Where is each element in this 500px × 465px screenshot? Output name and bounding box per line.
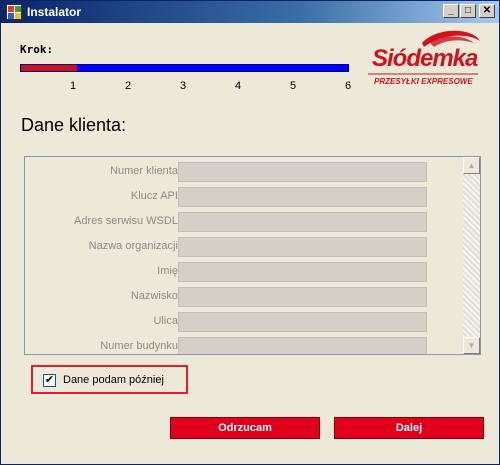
street-input[interactable]: [178, 312, 427, 332]
close-button[interactable]: ✕: [479, 4, 495, 18]
form-row-last-name: Nazwisko:: [25, 287, 465, 307]
form-row-client-number: Numer klienta:: [25, 162, 465, 182]
installer-window: Instalator _ □ ✕ Krok: 1 2 3 4 5 6 Sióde…: [0, 0, 500, 465]
api-key-label: Klucz API:: [130, 190, 181, 202]
form-row-street: Ulica:: [25, 312, 465, 332]
logo-brand-text: Siódemka: [372, 45, 478, 72]
form-row-api-key: Klucz API:: [25, 187, 465, 207]
title-bar[interactable]: Instalator _ □ ✕: [1, 1, 499, 23]
siodemka-logo: Siódemka PRZESYŁKI EXPRESOWE: [364, 29, 482, 91]
minimize-button[interactable]: _: [443, 4, 459, 18]
step-number: 2: [124, 80, 132, 92]
section-title: Dane klienta:: [21, 115, 127, 135]
step-number: 3: [179, 80, 187, 92]
first-name-input[interactable]: [178, 262, 427, 282]
maximize-button[interactable]: □: [460, 4, 476, 18]
client-form-panel[interactable]: Numer klienta: Klucz API: Adres serwisu …: [24, 156, 481, 355]
form-row-organization: Nazwa organizacji:: [25, 237, 465, 257]
step-label: Krok:: [20, 43, 54, 56]
building-number-label: Numer budynku:: [100, 340, 181, 352]
building-number-input[interactable]: [178, 337, 427, 354]
scroll-up-arrow-icon[interactable]: ▲: [463, 157, 480, 174]
step-progress-bar: [20, 64, 349, 72]
wsdl-address-label: Adres serwisu WSDL:: [74, 215, 181, 227]
wsdl-address-input[interactable]: [178, 212, 427, 232]
window-title: Instalator: [27, 5, 82, 19]
reject-button[interactable]: Odrzucam: [170, 417, 320, 439]
step-number: 5: [289, 80, 297, 92]
step-number: 6: [344, 80, 352, 92]
client-number-input[interactable]: [178, 162, 427, 182]
form-scrollbar[interactable]: ▲ ▼: [463, 157, 480, 354]
step-number: 1: [69, 80, 77, 92]
organization-input[interactable]: [178, 237, 427, 257]
api-key-input[interactable]: [178, 187, 427, 207]
next-button[interactable]: Dalej: [334, 417, 484, 439]
provide-later-checkbox[interactable]: ✔: [43, 374, 56, 387]
scroll-down-arrow-icon[interactable]: ▼: [463, 337, 480, 354]
street-label: Ulica:: [153, 315, 181, 327]
form-row-wsdl-address: Adres serwisu WSDL:: [25, 212, 465, 232]
provide-later-label[interactable]: Dane podam później: [63, 374, 164, 386]
app-icon: [6, 4, 22, 20]
client-number-label: Numer klienta:: [110, 165, 181, 177]
form-row-building-number: Numer budynku:: [25, 337, 465, 354]
step-progress-fill: [21, 65, 77, 71]
last-name-label: Nazwisko:: [130, 290, 181, 302]
organization-label: Nazwa organizacji:: [88, 240, 181, 252]
last-name-input[interactable]: [178, 287, 427, 307]
logo-subtitle: PRZESYŁKI EXPRESOWE: [374, 77, 473, 86]
step-number: 4: [234, 80, 242, 92]
form-row-first-name: Imię:: [25, 262, 465, 282]
provide-later-group: ✔ Dane podam później: [31, 365, 188, 394]
